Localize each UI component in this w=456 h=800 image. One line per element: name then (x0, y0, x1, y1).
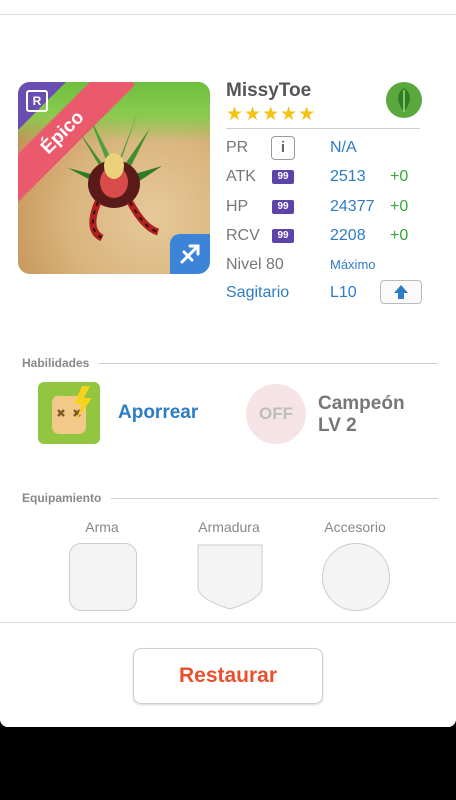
info-button[interactable]: i (271, 136, 295, 160)
accessory-label: Accesorio (324, 519, 386, 535)
atk-badge: 99 (272, 170, 294, 184)
atk-label: ATK (226, 168, 256, 185)
passive-skill-level: LV 2 (318, 415, 357, 436)
passive-skill-name: Campeón LV 2 (318, 393, 405, 437)
active-skill-icon[interactable] (38, 382, 100, 444)
active-skill-name[interactable]: Aporrear (118, 402, 198, 424)
plane-icon (180, 244, 200, 264)
rcv-label: RCV (226, 227, 260, 244)
monster-detail-panel: R Épico MissyToe ★★★★★ PR i N/A ATK 99 2… (0, 0, 456, 727)
atk-bonus: +0 (390, 168, 409, 185)
passive-off-label: OFF (259, 404, 293, 423)
skills-title: Habilidades (22, 356, 100, 370)
pr-label: PR (226, 139, 249, 156)
equipment-title: Equipamiento (22, 491, 112, 505)
monster-portrait-card[interactable]: R Épico (18, 82, 210, 274)
accessory-slot[interactable] (322, 543, 390, 611)
passive-skill-title: Campeón (318, 393, 405, 414)
rarity-letter-icon: R (26, 90, 48, 112)
level-value: Máximo (330, 257, 376, 272)
passive-skill-icon[interactable]: OFF (246, 384, 306, 444)
rcv-value: 2208 (330, 227, 366, 244)
hp-bonus: +0 (390, 198, 409, 215)
weapon-label: Arma (85, 519, 119, 535)
name-divider (226, 128, 420, 129)
leaf-element-icon (386, 82, 422, 118)
top-divider (0, 14, 456, 15)
atk-value: 2513 (330, 168, 366, 185)
sign-label[interactable]: Sagitario (226, 284, 289, 302)
arrow-up-icon (394, 285, 408, 299)
armor-slot[interactable] (196, 543, 264, 611)
rating-stars: ★★★★★ (226, 104, 317, 125)
element-corner (170, 234, 210, 274)
hp-value: 24377 (330, 198, 375, 215)
monster-name: MissyToe (226, 80, 312, 101)
weapon-slot[interactable] (69, 543, 137, 611)
upgrade-button[interactable] (380, 280, 422, 304)
level-label: Nivel 80 (226, 256, 284, 273)
rcv-badge: 99 (272, 229, 294, 243)
hp-badge: 99 (272, 200, 294, 214)
rcv-bonus: +0 (390, 227, 409, 244)
sign-level: L10 (330, 284, 357, 301)
hp-label: HP (226, 198, 249, 215)
armor-label: Armadura (198, 519, 260, 535)
restore-button[interactable]: Restaurar (133, 648, 323, 704)
pr-value: N/A (330, 139, 357, 156)
